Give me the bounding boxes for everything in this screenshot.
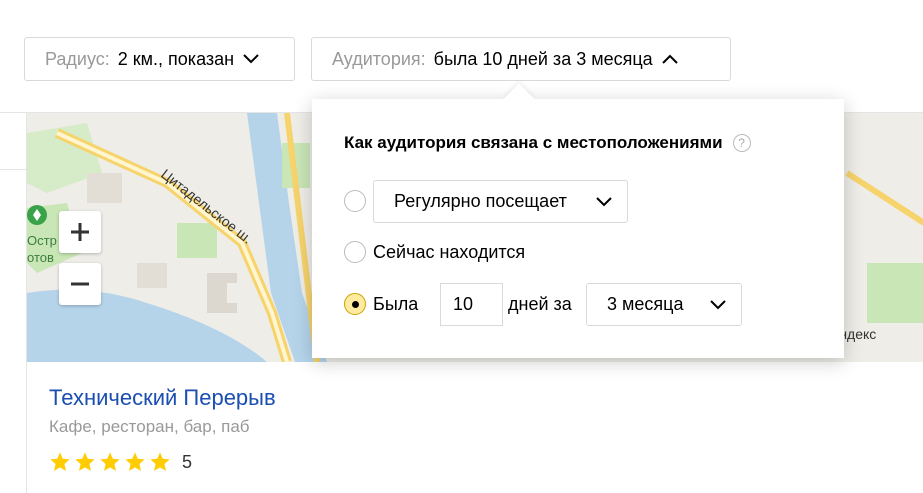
- radius-filter-label: Радиус:: [45, 48, 110, 69]
- star-icon: [100, 452, 120, 471]
- radius-filter-value: 2 км., показан: [117, 48, 235, 69]
- popup-title: Как аудитория связана с местоположениями…: [344, 133, 751, 153]
- star-icon: [75, 452, 95, 471]
- place-category: Кафе, ресторан, бар, паб: [49, 417, 250, 436]
- chevron-down-icon: [596, 196, 612, 206]
- radio-was[interactable]: [344, 293, 366, 315]
- zoom-out-button[interactable]: [59, 263, 101, 305]
- radio-now[interactable]: [344, 241, 366, 263]
- regular-visit-select-value: Регулярно посещает: [394, 191, 567, 211]
- star-icon: [50, 452, 70, 471]
- poi-label-line2: отов: [27, 250, 54, 265]
- left-strip: [0, 113, 26, 170]
- help-icon[interactable]: ?: [732, 134, 751, 152]
- audience-popup: Как аудитория связана с местоположениями…: [312, 83, 844, 358]
- star-icon: [125, 452, 145, 471]
- radius-filter-button[interactable]: Радиус: 2 км., показан: [24, 37, 295, 81]
- audience-filter-button[interactable]: Аудитория: была 10 дней за 3 месяца: [311, 37, 731, 81]
- period-select-value: 3 месяца: [607, 294, 684, 314]
- chevron-down-icon: [243, 54, 259, 64]
- regular-visit-select[interactable]: Регулярно посещает: [373, 180, 628, 223]
- audience-filter-value: была 10 дней за 3 месяца: [433, 48, 653, 69]
- zoom-in-button[interactable]: [59, 211, 101, 253]
- minus-icon: [71, 282, 89, 286]
- audience-filter-label: Аудитория:: [332, 48, 426, 69]
- place-name-link[interactable]: Технический Перерыв: [49, 385, 276, 411]
- plus-icon: [71, 223, 89, 241]
- radio-regular[interactable]: [344, 190, 366, 212]
- rating-value: 5: [182, 451, 193, 472]
- was-label[interactable]: Была: [373, 294, 418, 315]
- chevron-down-icon: [710, 299, 726, 309]
- filter-bar: Радиус: 2 км., показан Аудитория: была 1…: [0, 0, 923, 113]
- popup-title-text: Как аудитория связана с местоположениями: [344, 133, 723, 152]
- period-select[interactable]: 3 месяца: [586, 283, 742, 326]
- chevron-up-icon: [661, 54, 678, 64]
- now-label[interactable]: Сейчас находится: [373, 242, 525, 263]
- star-icon: [150, 452, 170, 471]
- days-input[interactable]: [440, 283, 503, 326]
- rating: 5: [49, 451, 192, 473]
- days-within-label: дней за: [508, 294, 572, 314]
- poi-label-line1: Остр: [27, 233, 57, 248]
